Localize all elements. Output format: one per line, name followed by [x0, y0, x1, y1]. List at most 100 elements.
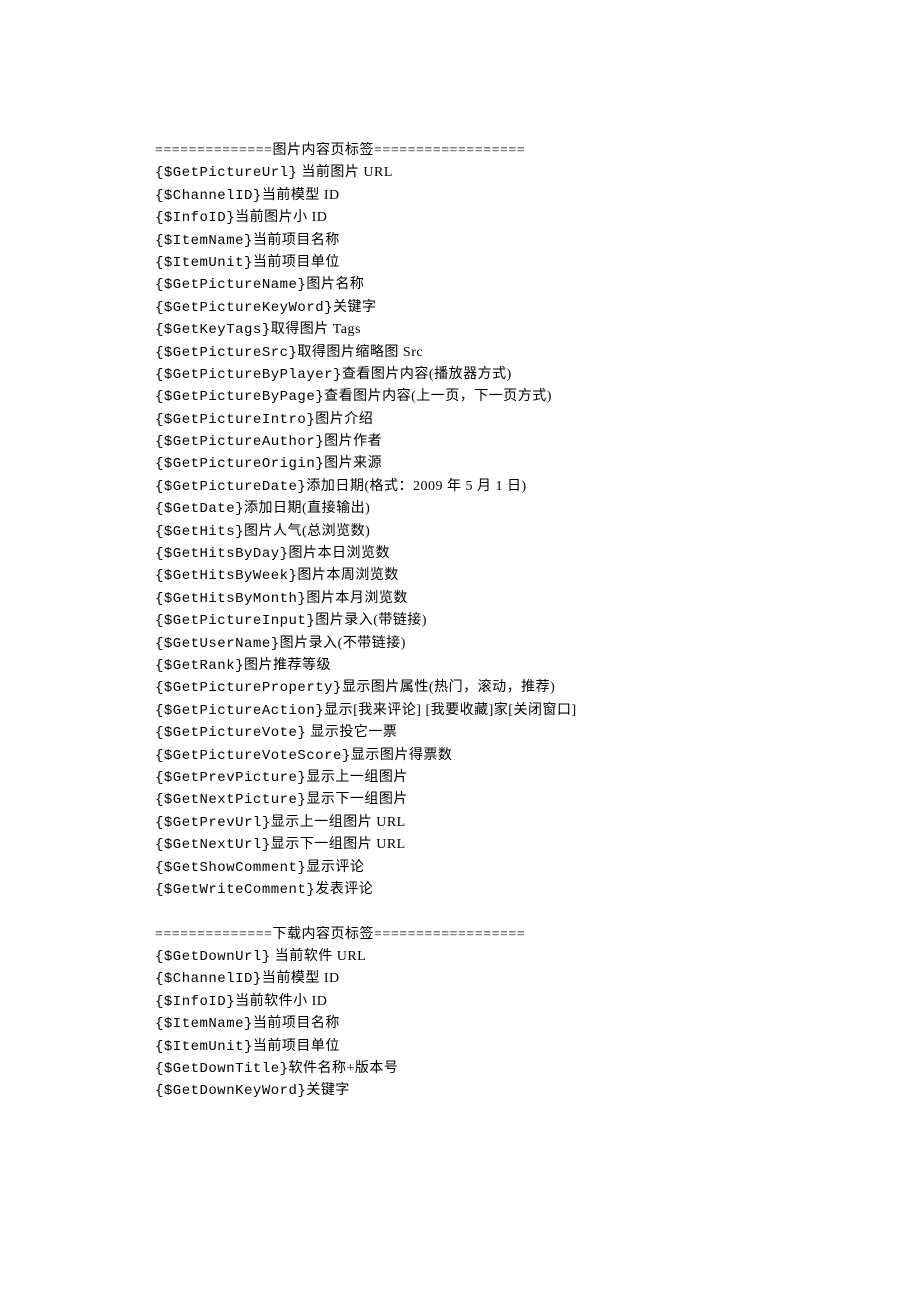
- template-tag: {$GetPictureVoteScore}: [155, 748, 351, 764]
- tag-description: 显示上一组图片: [306, 770, 408, 785]
- tag-definition: {$ItemName}当前项目名称: [155, 1013, 765, 1035]
- template-tag: {$GetKeyTags}: [155, 322, 271, 338]
- tag-description: 取得图片缩略图 Src: [297, 345, 423, 360]
- template-tag: {$GetNextPicture}: [155, 792, 306, 808]
- tag-definition: {$GetWriteComment}发表评论: [155, 879, 765, 901]
- template-tag: {$GetPictureKeyWord}: [155, 300, 333, 316]
- tag-description: 当前项目名称: [253, 233, 340, 248]
- tag-description: 当前模型 ID: [262, 188, 340, 203]
- template-tag: {$GetPictureAuthor}: [155, 434, 324, 450]
- tag-definition: {$GetPrevUrl}显示上一组图片 URL: [155, 812, 765, 834]
- tag-description: 当前模型 ID: [262, 971, 340, 986]
- template-tag: {$ItemName}: [155, 233, 253, 249]
- template-tag: {$ItemName}: [155, 1016, 253, 1032]
- tag-definition: {$GetPictureVote} 显示投它一票: [155, 722, 765, 744]
- tag-definition: {$GetDownKeyWord}关键字: [155, 1080, 765, 1102]
- template-tag: {$GetPictureByPage}: [155, 389, 324, 405]
- tag-definition: {$ItemName}当前项目名称: [155, 230, 765, 252]
- tag-definition: {$GetHits}图片人气(总浏览数): [155, 521, 765, 543]
- tag-description: 图片名称: [306, 277, 364, 292]
- tag-description: 当前图片小 ID: [235, 210, 327, 225]
- template-tag: {$GetPictureAction}: [155, 703, 324, 719]
- template-tag: {$GetDate}: [155, 501, 244, 517]
- template-tag: {$GetPictureDate}: [155, 479, 306, 495]
- tag-description: 取得图片 Tags: [271, 322, 361, 337]
- tag-description: 图片介绍: [315, 412, 373, 427]
- tag-definition: {$GetDownUrl} 当前软件 URL: [155, 946, 765, 968]
- tag-description: 发表评论: [315, 882, 373, 897]
- template-tag: {$GetPictureSrc}: [155, 345, 297, 361]
- tag-definition: {$GetNextUrl}显示下一组图片 URL: [155, 834, 765, 856]
- tag-definition: {$GetPictureKeyWord}关键字: [155, 297, 765, 319]
- tag-definition: {$GetPictureInput}图片录入(带链接): [155, 610, 765, 632]
- tag-definition: {$GetPictureOrigin}图片来源: [155, 453, 765, 475]
- tag-definition: {$GetPictureSrc}取得图片缩略图 Src: [155, 342, 765, 364]
- tag-description: 当前项目名称: [253, 1016, 340, 1031]
- tag-definition: {$GetPictureAction}显示[我来评论] [我要收藏]家[关闭窗口…: [155, 700, 765, 722]
- tag-description: 显示下一组图片 URL: [271, 837, 406, 852]
- tag-definition: {$GetPictureName}图片名称: [155, 274, 765, 296]
- tag-definition: {$GetHitsByMonth}图片本月浏览数: [155, 588, 765, 610]
- tag-description: 图片本日浏览数: [289, 546, 391, 561]
- tag-definition: {$ChannelID}当前模型 ID: [155, 185, 765, 207]
- template-tag: {$GetDownUrl}: [155, 949, 271, 965]
- tag-definition: {$GetRank}图片推荐等级: [155, 655, 765, 677]
- tag-definition: {$GetUserName}图片录入(不带链接): [155, 633, 765, 655]
- template-tag: {$GetPictureInput}: [155, 613, 315, 629]
- template-tag: {$GetPictureOrigin}: [155, 456, 324, 472]
- tag-description: 显示图片属性(热门，滚动，推荐): [342, 680, 555, 695]
- tag-description: 图片录入(带链接): [315, 613, 427, 628]
- tag-description: 图片推荐等级: [244, 658, 331, 673]
- template-tag: {$GetHitsByDay}: [155, 546, 289, 562]
- tag-definition: {$GetHitsByDay}图片本日浏览数: [155, 543, 765, 565]
- tag-definition: {$InfoID}当前软件小 ID: [155, 991, 765, 1013]
- template-tag: {$ItemUnit}: [155, 255, 253, 271]
- tag-definition: {$GetPictureProperty}显示图片属性(热门，滚动，推荐): [155, 677, 765, 699]
- tag-definition: {$InfoID}当前图片小 ID: [155, 207, 765, 229]
- template-tag: {$GetPictureVote}: [155, 725, 306, 741]
- tag-definition: {$GetPictureAuthor}图片作者: [155, 431, 765, 453]
- tag-definition: {$GetPictureDate}添加日期(格式：2009 年 5 月 1 日): [155, 476, 765, 498]
- template-tag: {$ChannelID}: [155, 188, 262, 204]
- tag-description: 图片来源: [324, 456, 382, 471]
- template-tag: {$GetHitsByMonth}: [155, 591, 306, 607]
- tag-definition: {$GetDownTitle}软件名称+版本号: [155, 1058, 765, 1080]
- tag-definition: {$GetPictureUrl} 当前图片 URL: [155, 162, 765, 184]
- tag-description: 图片人气(总浏览数): [244, 524, 370, 539]
- tag-description: 软件名称+版本号: [289, 1061, 399, 1076]
- tag-description: 显示下一组图片: [306, 792, 408, 807]
- tag-definition: {$ItemUnit}当前项目单位: [155, 1036, 765, 1058]
- template-tag: {$GetHits}: [155, 524, 244, 540]
- section-header: ==============图片内容页标签==================: [155, 140, 765, 162]
- tag-description: 图片本月浏览数: [306, 591, 408, 606]
- tag-description: 查看图片内容(上一页，下一页方式): [324, 389, 552, 404]
- tag-description: 添加日期(格式：2009 年 5 月 1 日): [306, 479, 526, 494]
- document-page: ==============图片内容页标签=================={…: [0, 0, 920, 1302]
- template-tag: {$GetNextUrl}: [155, 837, 271, 853]
- tag-description: 当前软件小 ID: [235, 994, 327, 1009]
- tag-description: 显示投它一票: [310, 725, 397, 740]
- tag-description: 查看图片内容(播放器方式): [342, 367, 512, 382]
- tag-definition: {$GetPictureByPlayer}查看图片内容(播放器方式): [155, 364, 765, 386]
- template-tag: {$GetDownKeyWord}: [155, 1083, 306, 1099]
- tag-description: 关键字: [306, 1083, 350, 1098]
- tag-description: 当前项目单位: [253, 1039, 340, 1054]
- tag-definition: {$GetShowComment}显示评论: [155, 857, 765, 879]
- tag-description: 当前图片 URL: [301, 165, 393, 180]
- template-tag: {$GetPictureName}: [155, 277, 306, 293]
- tag-description: 显示评论: [306, 860, 364, 875]
- tag-description: 显示[我来评论] [我要收藏]家[关闭窗口]: [324, 703, 576, 718]
- tag-definition: {$GetNextPicture}显示下一组图片: [155, 789, 765, 811]
- template-tag: {$GetDownTitle}: [155, 1061, 289, 1077]
- template-tag: {$InfoID}: [155, 994, 235, 1010]
- tag-definition: {$ItemUnit}当前项目单位: [155, 252, 765, 274]
- template-tag: {$GetWriteComment}: [155, 882, 315, 898]
- template-tag: {$GetPictureUrl}: [155, 165, 297, 181]
- tag-definition: {$GetDate}添加日期(直接输出): [155, 498, 765, 520]
- tag-description: 显示上一组图片 URL: [271, 815, 406, 830]
- template-tag: {$GetUserName}: [155, 636, 280, 652]
- tag-description: 图片作者: [324, 434, 382, 449]
- tag-definition: {$GetKeyTags}取得图片 Tags: [155, 319, 765, 341]
- blank-line: [155, 901, 765, 923]
- tag-description: 图片录入(不带链接): [280, 636, 406, 651]
